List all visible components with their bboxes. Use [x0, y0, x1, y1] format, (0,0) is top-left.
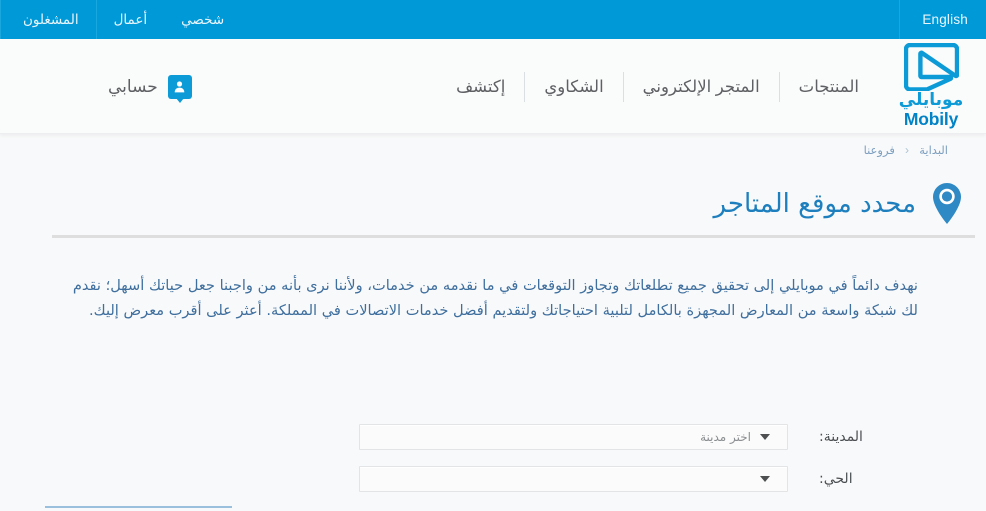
bottom-cutoff-accent-line [45, 506, 232, 508]
section-divider [52, 235, 975, 238]
site-header: موبايلي Mobily المنتجات المتجر الإلكترون… [0, 39, 986, 134]
city-select-wrapper: اختر مدينة [359, 424, 788, 450]
nav-discover[interactable]: إكتشف [437, 77, 524, 97]
main-navigation: المنتجات المتجر الإلكتروني الشكاوي إكتشف [437, 39, 878, 134]
logo-arabic-text: موبايلي [898, 90, 964, 110]
form-row-district: الحي: [0, 466, 986, 492]
topnav-personal[interactable]: شخصي [164, 0, 241, 39]
district-select[interactable] [359, 466, 788, 492]
topnav-operators[interactable]: المشغلون [0, 0, 96, 39]
page-title: محدد موقع المتاجر [713, 189, 916, 220]
city-select[interactable]: اختر مدينة [359, 424, 788, 450]
mobily-logo-mark-icon [903, 42, 959, 92]
intro-paragraph: نهدف دائماً في موبايلي إلى تحقيق جميع تط… [72, 276, 918, 319]
chevron-down-icon[interactable] [753, 476, 777, 482]
city-label: المدينة: [819, 429, 863, 445]
chevron-down-icon[interactable] [753, 434, 777, 440]
map-pin-icon [930, 181, 964, 227]
my-account-link[interactable]: حسابي [0, 39, 192, 134]
district-select-wrapper [359, 466, 788, 492]
nav-online-store[interactable]: المتجر الإلكتروني [624, 77, 779, 97]
store-locator-form: المدينة: اختر مدينة الحي: [0, 424, 986, 508]
mobily-logo[interactable]: موبايلي Mobily [890, 42, 972, 129]
breadcrumb-our-branches: فروعنا [863, 145, 895, 157]
language-switch-button[interactable]: English [899, 0, 986, 39]
topbar-segment-nav: شخصي أعمال المشغلون [0, 0, 241, 39]
topbar-left-group: English [899, 0, 986, 39]
nav-products[interactable]: المنتجات [780, 77, 878, 97]
bottom-cutoff-text-row [446, 505, 946, 511]
district-label: الحي: [819, 471, 853, 487]
top-utility-bar: English شخصي أعمال المشغلون [0, 0, 986, 39]
chevron-left-icon: ‹ [905, 143, 910, 157]
form-row-city: المدينة: اختر مدينة [0, 424, 986, 450]
page-title-row: محدد موقع المتاجر [0, 172, 986, 237]
user-badge-icon [167, 74, 192, 103]
breadcrumb: البداية ‹ فروعنا [0, 143, 986, 157]
nav-complaints[interactable]: الشكاوي [525, 77, 622, 97]
city-select-value: اختر مدينة [700, 430, 751, 444]
my-account-label: حسابي [108, 76, 158, 96]
topnav-business[interactable]: أعمال [95, 0, 165, 39]
logo-english-text: Mobily [903, 108, 959, 129]
breadcrumb-home[interactable]: البداية [919, 145, 948, 157]
